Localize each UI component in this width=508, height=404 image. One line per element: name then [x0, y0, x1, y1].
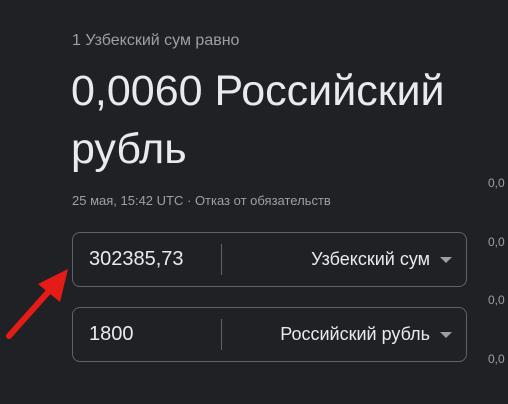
currency-converter-page: 1 Узбекский сум равно 0,0060 Российский … — [0, 0, 508, 404]
red-arrow-icon — [6, 269, 68, 339]
chart-axis-label: 0,0 — [488, 293, 505, 307]
dropdown-caret-icon — [440, 331, 452, 338]
timestamp: 25 мая, 15:42 UTC — [72, 193, 184, 208]
from-currency-row: Узбекский сум — [72, 232, 467, 287]
from-amount-input[interactable] — [73, 233, 221, 286]
conversion-result: 0,0060 Российский рубль — [71, 67, 445, 173]
to-currency-select[interactable]: Российский рубль — [280, 308, 452, 361]
field-divider — [221, 244, 222, 275]
chart-axis-label: 0,0 — [488, 176, 505, 190]
to-amount-input[interactable] — [73, 308, 221, 361]
disclaimer-link[interactable]: Отказ от обязательств — [195, 193, 331, 208]
conversion-meta: 25 мая, 15:42 UTC · Отказ от обязательст… — [72, 193, 331, 208]
chart-axis-label: 0,0 — [488, 352, 505, 366]
conversion-subtitle: 1 Узбекский сум равно — [72, 32, 240, 49]
to-currency-label: Российский рубль — [280, 324, 430, 344]
field-divider — [221, 319, 222, 350]
dropdown-caret-icon — [440, 256, 452, 263]
to-currency-row: Российский рубль — [72, 307, 467, 362]
meta-separator: · — [183, 193, 195, 208]
from-currency-label: Узбекский сум — [311, 249, 430, 269]
from-currency-select[interactable]: Узбекский сум — [311, 233, 452, 286]
chart-axis-label: 0,0 — [488, 235, 505, 249]
